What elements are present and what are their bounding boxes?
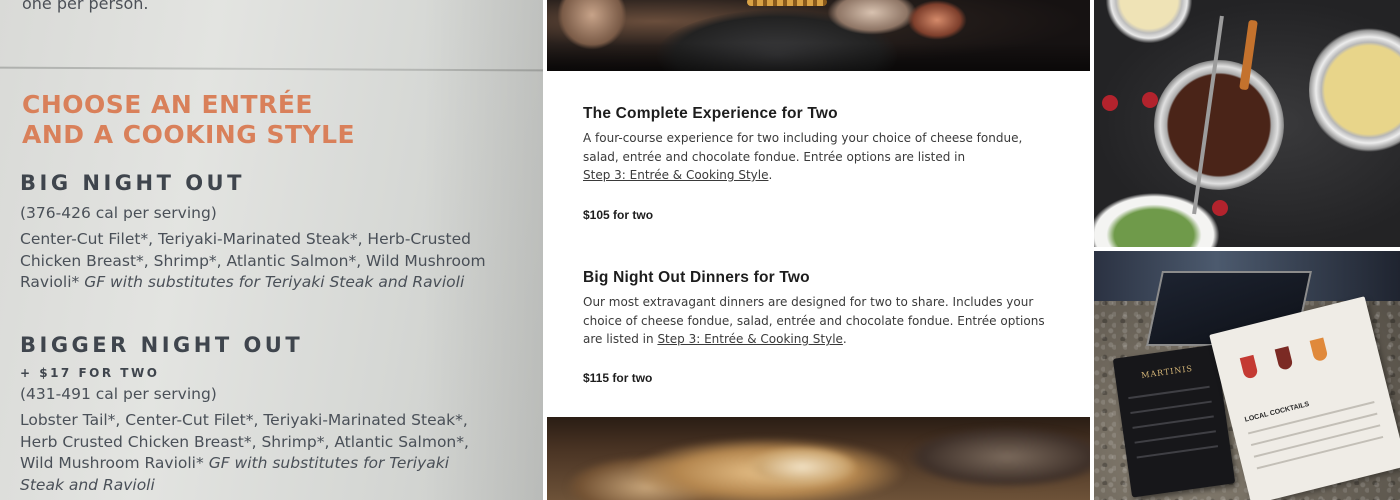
fondue-banner-image	[547, 0, 1090, 71]
menu-heading-line2: AND A COOKING STYLE	[22, 120, 356, 149]
bigger-night-out-description: Lobster Tail*, Center-Cut Filet*, Teriya…	[20, 410, 490, 496]
entree-cooking-style-link[interactable]: Step 3: Entrée & Cooking Style	[657, 332, 842, 346]
big-night-out-title: BIG NIGHT OUT	[20, 171, 245, 195]
fondue-pots-photo	[1094, 0, 1400, 247]
offer-big-night-out: Big Night Out Dinners for Two Our most e…	[583, 269, 1053, 389]
offer-price: $115 for two	[583, 371, 653, 385]
offer-description: A four-course experience for two includi…	[583, 131, 1023, 182]
menu-top-text: one per person.	[22, 0, 149, 13]
offer-complete-experience: The Complete Experience for Two A four-c…	[583, 105, 1053, 225]
big-night-out-description: Center-Cut Filet*, Teriyaki-Marinated St…	[20, 229, 490, 294]
menu-card-photo: one per person. CHOOSE AN ENTRÉE AND A C…	[0, 0, 543, 500]
entree-cooking-style-link[interactable]: Step 3: Entrée & Cooking Style	[583, 168, 768, 182]
bar-menus-photo: MARTINIS LOCAL COCKTAILS	[1094, 251, 1400, 500]
bigger-night-out-price: + $17 FOR TWO	[20, 366, 160, 380]
menu-heading: CHOOSE AN ENTRÉE AND A COOKING STYLE	[22, 90, 355, 150]
martini-card-title: MARTINIS	[1140, 363, 1194, 381]
big-night-out-calories: (376-426 cal per serving)	[20, 204, 217, 222]
menu-fold-line	[0, 66, 543, 72]
fondue-table-image	[547, 417, 1090, 500]
offer-description: Our most extravagant dinners are designe…	[583, 295, 1045, 346]
big-night-out-gf-note: GF with substitutes for Teriyaki Steak a…	[84, 273, 465, 291]
bigger-night-out-title: BIGGER NIGHT OUT	[20, 333, 304, 357]
offer-title: Big Night Out Dinners for Two	[583, 269, 810, 286]
offer-price: $105 for two	[583, 208, 654, 222]
bigger-night-out-calories: (431-491 cal per serving)	[20, 385, 217, 403]
offers-web-panel: The Complete Experience for Two A four-c…	[547, 0, 1090, 500]
offer-title: The Complete Experience for Two	[583, 105, 838, 122]
menu-heading-line1: CHOOSE AN ENTRÉE	[22, 90, 313, 119]
